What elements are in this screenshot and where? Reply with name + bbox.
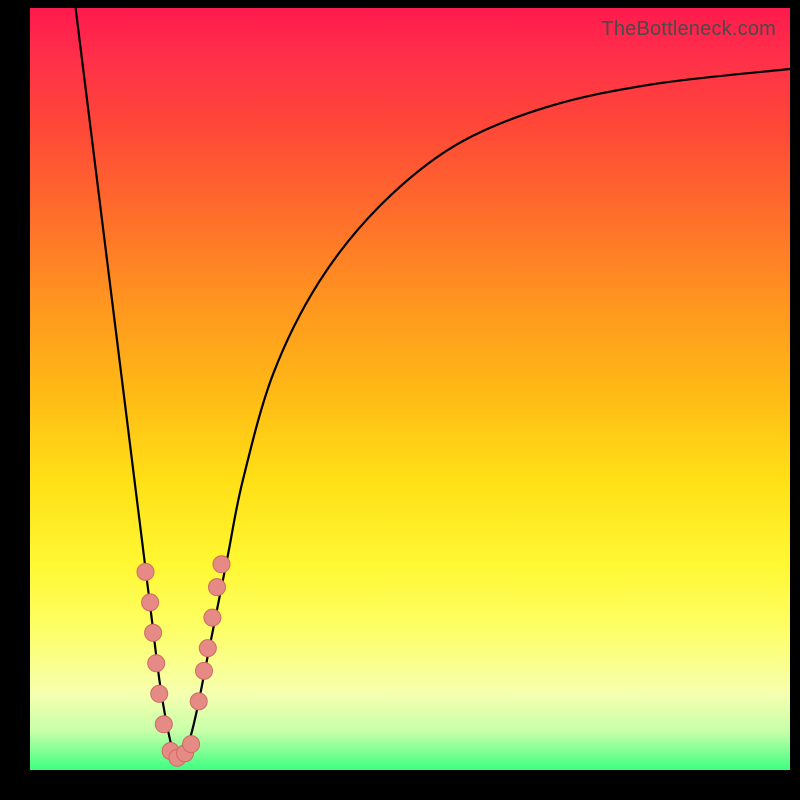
plot-area: TheBottleneck.com (30, 8, 790, 770)
data-point (137, 563, 154, 580)
data-point (151, 685, 168, 702)
data-point (213, 556, 230, 573)
outer-black-frame: TheBottleneck.com (0, 0, 800, 800)
data-point (190, 693, 207, 710)
data-point (209, 579, 226, 596)
data-point (145, 624, 162, 641)
data-point (148, 655, 165, 672)
data-point (199, 640, 216, 657)
data-point (183, 736, 200, 753)
data-point (204, 609, 221, 626)
data-point (142, 594, 159, 611)
bottleneck-curve (76, 8, 790, 758)
data-points-group (137, 556, 230, 767)
data-point (155, 716, 172, 733)
data-point (196, 662, 213, 679)
curve-layer (30, 8, 790, 770)
